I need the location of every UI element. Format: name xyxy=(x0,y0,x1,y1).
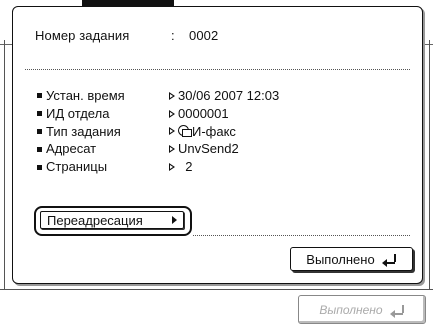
background-panel-edge xyxy=(429,40,430,290)
pointer-icon xyxy=(169,127,175,136)
pointer-icon xyxy=(169,91,175,100)
detail-job-type: Тип задания И-факс xyxy=(37,123,279,141)
bullet-icon xyxy=(37,146,42,152)
background-done-label: Выполнено xyxy=(319,302,383,317)
ifax-icon xyxy=(178,125,192,138)
screen: Выполнено Номер задания:0002 Устан. врем… xyxy=(0,0,433,330)
job-number-value: 0002 xyxy=(189,28,219,43)
return-icon xyxy=(389,304,405,318)
detail-department-id: ИД отдела 0000001 xyxy=(37,105,279,123)
detail-value: И-факс xyxy=(192,123,236,139)
detail-value: UnvSend2 xyxy=(178,141,239,157)
pointer-icon xyxy=(169,109,175,118)
redirect-button-label: Переадресация xyxy=(47,212,143,228)
detail-label: Тип задания xyxy=(46,123,121,139)
detail-destination: Адресат UnvSend2 xyxy=(37,140,279,158)
pointer-icon xyxy=(169,145,175,154)
done-button[interactable]: Выполнено xyxy=(290,247,413,271)
job-details-list: Устан. время 30/06 2007 12:03 ИД отдела … xyxy=(37,87,279,176)
bullet-icon xyxy=(37,111,42,117)
detail-label: ИД отдела xyxy=(46,105,110,121)
job-number-colon: : xyxy=(171,28,175,43)
background-panel-bottom xyxy=(0,289,433,290)
detail-label: Адресат xyxy=(46,141,97,157)
background-done-button: Выполнено xyxy=(298,295,426,324)
bullet-icon xyxy=(37,128,42,134)
done-button-label: Выполнено xyxy=(306,251,375,267)
bullet-icon xyxy=(37,93,42,99)
redirect-button[interactable]: Переадресация xyxy=(40,211,184,229)
detail-value: 2 xyxy=(178,159,193,175)
return-icon xyxy=(381,254,397,267)
detail-set-time: Устан. время 30/06 2007 12:03 xyxy=(37,87,279,105)
pointer-icon xyxy=(169,163,175,172)
divider xyxy=(25,69,410,70)
job-number-row: Номер задания:0002 xyxy=(35,28,218,43)
detail-value: 30/06 2007 12:03 xyxy=(178,88,280,103)
detail-label: Страницы xyxy=(46,159,108,175)
job-details-dialog: Номер задания:0002 Устан. время 30/06 20… xyxy=(12,6,423,284)
detail-value: 0000001 xyxy=(178,105,229,121)
detail-pages: Страницы 2 xyxy=(37,158,279,176)
arrow-right-icon xyxy=(172,216,177,224)
bullet-icon xyxy=(37,164,42,170)
job-number-label: Номер задания xyxy=(35,28,130,43)
redirect-button-frame: Переадресация xyxy=(34,206,192,236)
divider xyxy=(193,235,410,236)
background-panel-edge xyxy=(4,40,5,290)
detail-label: Устан. время xyxy=(46,88,125,103)
